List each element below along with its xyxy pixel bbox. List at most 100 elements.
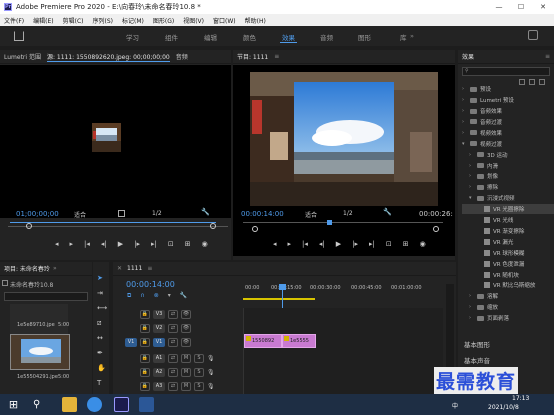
- effects-tree-item[interactable]: VR 球形模糊: [462, 248, 554, 259]
- play-icon[interactable]: ▶: [118, 240, 123, 248]
- solo-button[interactable]: S: [194, 354, 204, 363]
- go-to-out-icon[interactable]: ▸|: [151, 240, 157, 248]
- program-step-back-icon[interactable]: ◂|: [319, 240, 325, 248]
- eye-icon[interactable]: 👁: [181, 310, 191, 319]
- menu-window[interactable]: 窗口(W): [213, 16, 236, 25]
- effects-tree-item[interactable]: › 擦除: [462, 182, 554, 193]
- maximize-button[interactable]: ☐: [510, 0, 532, 14]
- chevron-right-icon[interactable]: ›: [469, 163, 477, 169]
- windows-start-icon[interactable]: ⊞: [6, 397, 21, 412]
- program-zoom-handle-right[interactable]: [433, 226, 439, 232]
- sync-lock-icon[interactable]: ⇄: [168, 324, 178, 333]
- program-mark-out-icon[interactable]: ▸: [288, 240, 292, 248]
- menu-file[interactable]: 文件(F): [4, 16, 24, 25]
- minimize-button[interactable]: —: [488, 0, 510, 14]
- tab-audio-mixer[interactable]: 音频: [176, 52, 188, 61]
- timeline-close-icon[interactable]: ✕: [117, 265, 122, 272]
- effects-tree-item[interactable]: VR 随机块: [462, 269, 554, 280]
- track-label-v1[interactable]: V1: [153, 338, 165, 347]
- clock-date[interactable]: 2021/10/8: [488, 404, 519, 411]
- voiceover-mic-icon[interactable]: 🎙: [207, 355, 215, 362]
- hand-tool-icon[interactable]: ✋: [97, 364, 106, 372]
- menu-clip[interactable]: 剪辑(C): [63, 16, 84, 25]
- menu-view[interactable]: 视图(V): [183, 16, 204, 25]
- chevron-right-icon[interactable]: ›: [462, 108, 470, 114]
- effects-panel-menu-icon[interactable]: ≡: [545, 53, 550, 60]
- sync-lock-icon[interactable]: ⇄: [168, 368, 178, 377]
- type-tool-icon[interactable]: T: [97, 379, 101, 387]
- program-export-frame-icon[interactable]: ◉: [420, 240, 426, 248]
- chevron-right-icon[interactable]: ›: [469, 293, 477, 299]
- file-explorer-icon[interactable]: [62, 397, 77, 412]
- export-frame-icon[interactable]: ◉: [202, 240, 208, 248]
- program-go-to-in-icon[interactable]: |◂: [302, 240, 308, 248]
- track-select-tool-icon[interactable]: ⇥: [97, 289, 103, 297]
- tab-source[interactable]: 源: 1111: 1550892620.jpeg: 00;00;00;00: [46, 52, 170, 62]
- effects-tree-item[interactable]: VR 渐变擦除: [462, 226, 554, 237]
- program-resolution-select[interactable]: 1/2: [343, 210, 353, 217]
- source-resolution-select[interactable]: 1/2: [152, 210, 162, 217]
- track-label-a2[interactable]: A2: [153, 368, 165, 377]
- effects-tree-item[interactable]: ▾ 视频过渡: [462, 139, 554, 150]
- program-playhead[interactable]: [327, 220, 332, 225]
- track-lock-icon[interactable]: 🔒: [140, 382, 150, 391]
- wrench-icon[interactable]: 🔧: [201, 208, 210, 216]
- workspace-tab-assembly[interactable]: 组件: [165, 32, 178, 42]
- project-clip-thumbnail-2[interactable]: [10, 334, 70, 370]
- effects-tree-item[interactable]: VR 光线: [462, 215, 554, 226]
- sync-lock-icon[interactable]: ⇄: [168, 382, 178, 391]
- source-zoom-handle-right[interactable]: [210, 223, 216, 229]
- program-fit-select[interactable]: 适合: [305, 210, 317, 219]
- effects-tree-item[interactable]: › 3D 运动: [462, 149, 554, 160]
- close-button[interactable]: ✕: [532, 0, 554, 14]
- program-mark-in-icon[interactable]: ◂: [273, 240, 277, 248]
- program-go-to-out-icon[interactable]: ▸|: [369, 240, 375, 248]
- mark-out-icon[interactable]: ▸: [70, 240, 74, 248]
- clock-time[interactable]: 17:13: [512, 395, 529, 402]
- menu-sequence[interactable]: 序列(S): [93, 16, 114, 25]
- track-lanes[interactable]: [243, 308, 443, 394]
- word-icon[interactable]: [139, 397, 154, 412]
- sync-lock-icon[interactable]: ⇄: [168, 354, 178, 363]
- timeline-ruler[interactable]: 00:00 00:00:15:00 00:00:30:00 00:00:45:0…: [243, 284, 456, 300]
- effects-tree-item[interactable]: › 预设: [462, 84, 554, 95]
- effects-tree-item[interactable]: › 视频效果: [462, 128, 554, 139]
- chevron-right-icon[interactable]: ›: [469, 152, 477, 158]
- voiceover-mic-icon[interactable]: 🎙: [207, 369, 215, 376]
- workspace-tab-color[interactable]: 颜色: [243, 32, 256, 42]
- program-step-forward-icon[interactable]: |▸: [352, 240, 358, 248]
- workspace-overflow-icon[interactable]: »: [410, 32, 414, 40]
- effects-tree-item[interactable]: ▾ 沉浸式视频: [462, 193, 554, 204]
- step-forward-icon[interactable]: |▸: [134, 240, 140, 248]
- program-play-icon[interactable]: ▶: [336, 240, 341, 248]
- effects-tree-item[interactable]: VR 默比乌斯缩放: [462, 280, 554, 291]
- add-marker-icon[interactable]: ▾: [168, 292, 171, 300]
- ime-indicator[interactable]: 中: [452, 401, 458, 410]
- effects-tree-item[interactable]: › 缩放: [462, 302, 554, 313]
- timeline-menu-icon[interactable]: ≡: [147, 265, 152, 272]
- program-timecode[interactable]: 00:00:14:00: [241, 210, 284, 218]
- snap-icon[interactable]: ∩: [140, 292, 144, 300]
- source-patch-v1[interactable]: V1: [125, 338, 137, 347]
- mark-in-icon[interactable]: ◂: [55, 240, 59, 248]
- work-area-bar[interactable]: [243, 298, 315, 300]
- insert-icon[interactable]: ⊡: [168, 240, 174, 248]
- tab-sequence[interactable]: 1111: [127, 265, 142, 272]
- effects-tree-item[interactable]: › Lumetri 预设: [462, 95, 554, 106]
- tab-lumetri-scopes[interactable]: Lumetri 范围: [4, 52, 41, 61]
- program-zoom-handle-left[interactable]: [252, 226, 258, 232]
- source-scrub-bar[interactable]: [10, 222, 216, 223]
- mute-button[interactable]: M: [181, 354, 191, 363]
- tab-program[interactable]: 节目: 1111: [237, 52, 268, 61]
- ripple-edit-tool-icon[interactable]: ⟷: [97, 304, 107, 312]
- chevron-right-icon[interactable]: ›: [462, 119, 470, 125]
- program-wrench-icon[interactable]: 🔧: [383, 208, 392, 216]
- track-label-v2[interactable]: V2: [153, 324, 165, 333]
- go-to-in-icon[interactable]: |◂: [84, 240, 90, 248]
- sync-lock-icon[interactable]: ⇄: [168, 338, 178, 347]
- track-lock-icon[interactable]: 🔒: [140, 310, 150, 319]
- solo-button[interactable]: S: [194, 382, 204, 391]
- workspace-tab-audio[interactable]: 音频: [320, 32, 333, 42]
- eye-icon[interactable]: 👁: [181, 338, 191, 347]
- eye-icon[interactable]: 👁: [181, 324, 191, 333]
